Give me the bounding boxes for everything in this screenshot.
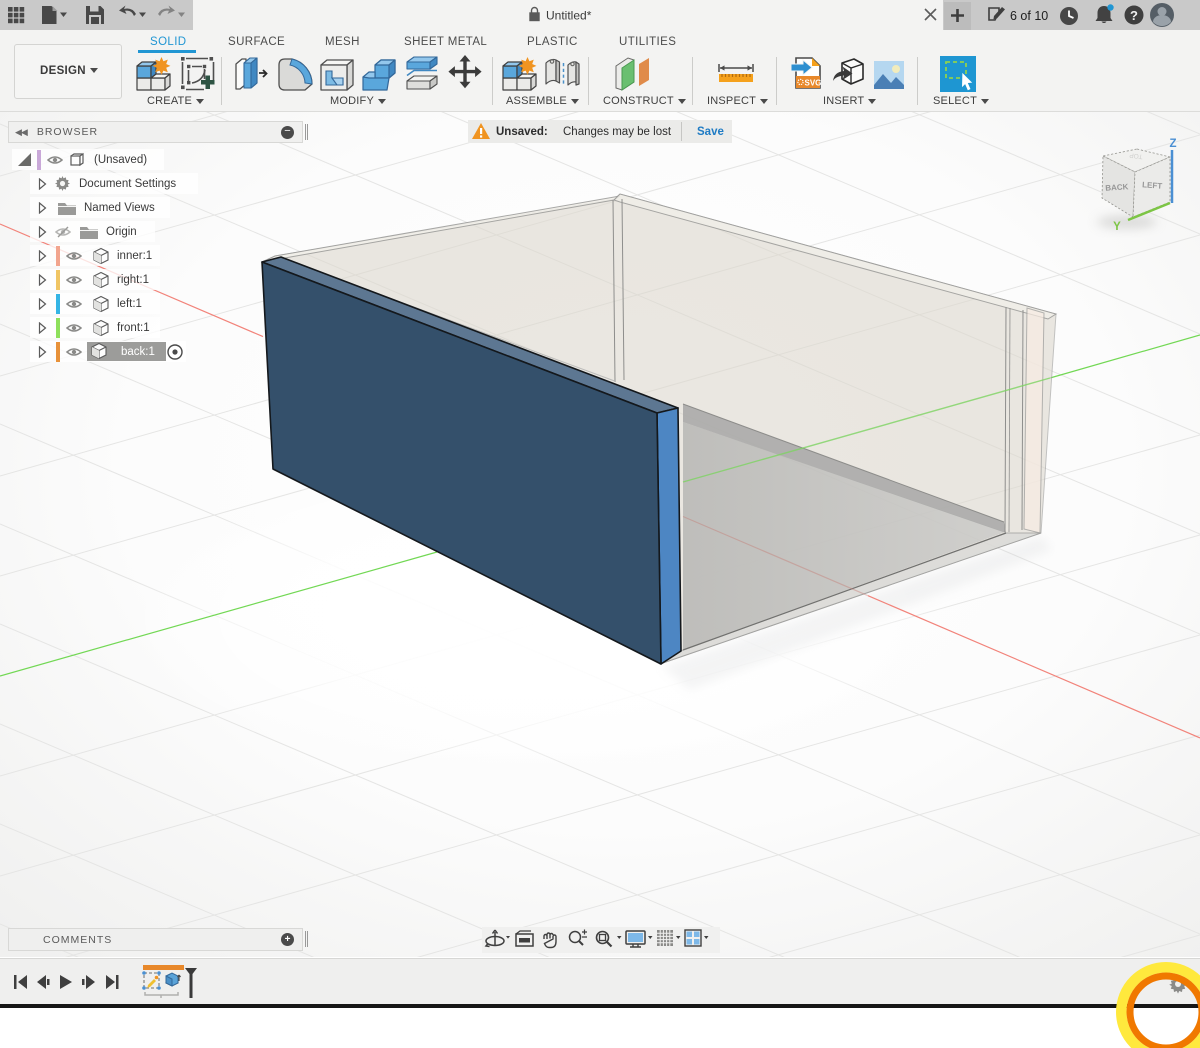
svg-text:?: ? bbox=[1130, 8, 1138, 23]
svg-text:Untitled*: Untitled* bbox=[546, 9, 592, 23]
svg-text:Z: Z bbox=[1169, 138, 1176, 150]
svg-text:BACK: BACK bbox=[1105, 182, 1129, 193]
svg-text:Y: Y bbox=[1113, 221, 1121, 233]
svg-text:LEFT: LEFT bbox=[1142, 180, 1163, 190]
svg-text:6 of 10: 6 of 10 bbox=[1010, 9, 1048, 23]
svg-text:SVG: SVG bbox=[805, 79, 822, 88]
